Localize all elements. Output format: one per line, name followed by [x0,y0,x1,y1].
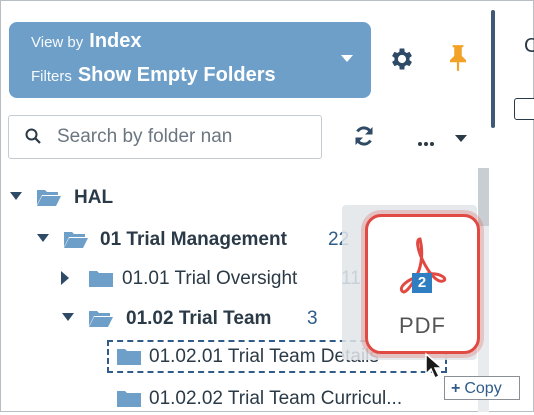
tree-item-trial-oversight[interactable]: 01.01 Trial Oversight 11 [58,265,378,295]
filters-value: Show Empty Folders [77,64,276,86]
tree-item-trial-management[interactable]: 01 Trial Management 22 [35,226,365,256]
refresh-icon[interactable] [352,124,376,148]
folder-icon [89,271,113,287]
filters-label: Filters [31,68,72,85]
panel-divider[interactable] [491,10,495,128]
folder-search-box [8,115,322,159]
tree-label: 01.01 Trial Oversight [122,268,298,289]
copy-tooltip-label: Copy [464,380,502,397]
more-options-icon[interactable] [418,133,436,151]
search-icon [25,128,41,144]
dragged-pdf-document[interactable]: 2 PDF [365,214,480,354]
chevron-down-icon [341,55,353,62]
pin-icon[interactable] [445,43,471,73]
tree-label: 01.02 Trial Team [126,308,272,329]
right-panel-partial-text: C [524,35,534,57]
filters-line: Filters Show Empty Folders [31,64,276,87]
more-options-chevron-icon[interactable] [455,135,467,142]
view-selector-dropdown[interactable]: View by Index Filters Show Empty Folders [9,22,371,98]
tree-label: HAL [74,187,114,208]
copy-tooltip: + Copy [444,376,520,400]
caret-down-icon[interactable] [62,313,74,321]
drag-count-badge: 2 [412,273,432,293]
folder-count: 3 [307,308,318,329]
view-by-line: View by Index [31,30,142,53]
caret-down-icon[interactable] [37,234,49,242]
plus-icon: + [451,380,461,397]
folder-open-icon [37,190,61,206]
view-by-label: View by [31,34,84,51]
view-by-value: Index [89,30,142,52]
search-input[interactable] [55,121,317,153]
caret-down-icon[interactable] [10,192,22,200]
tree-scrollbar-thumb[interactable] [478,168,489,226]
tree-label: 01.02.02 Trial Team Curricul... [149,388,403,409]
select-all-checkbox[interactable] [514,98,534,120]
folder-open-icon [64,232,88,248]
folder-icon [117,391,141,407]
folder-open-icon [89,311,113,327]
tree-item-hal[interactable]: HAL [8,184,208,214]
pdf-label: PDF [399,313,446,338]
tree-label: 01 Trial Management [100,229,287,250]
gear-icon[interactable] [388,45,416,73]
tree-item-trial-team-curricula[interactable]: 01.02.02 Trial Team Curricul... [113,385,453,415]
caret-right-icon[interactable] [61,271,69,285]
folder-icon [117,349,141,365]
mouse-cursor-icon [425,352,444,380]
tree-item-trial-team[interactable]: 01.02 Trial Team 3 [60,305,340,335]
